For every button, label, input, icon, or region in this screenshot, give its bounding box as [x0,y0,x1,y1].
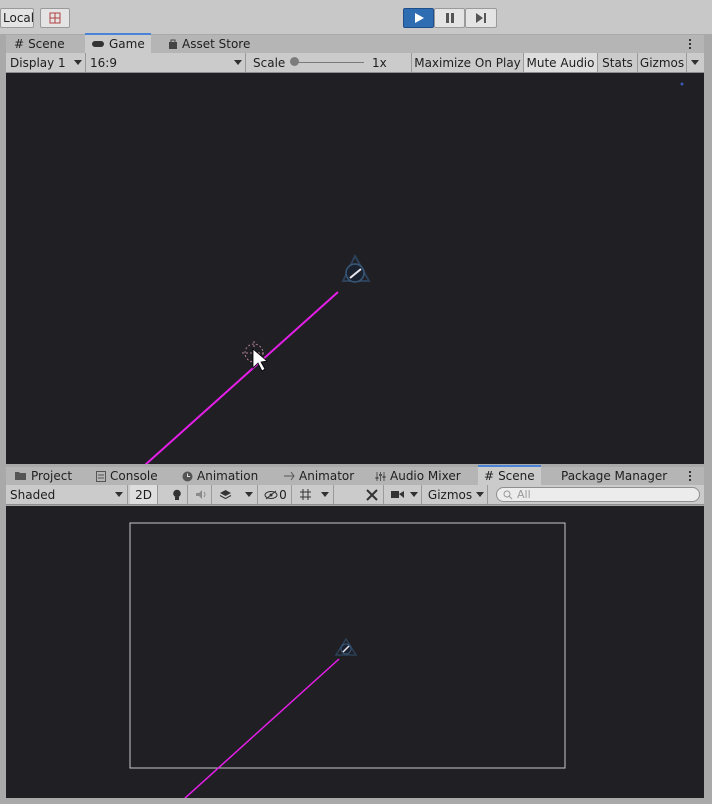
grid-dropdown[interactable] [316,485,334,504]
scene-view[interactable] [6,506,704,798]
tools-icon [365,488,378,501]
mute-audio-toggle[interactable]: Mute Audio [524,53,598,72]
maximize-on-play-toggle[interactable]: Maximize On Play [412,53,524,72]
chevron-down-icon [245,492,253,497]
chevron-down-icon [410,492,418,497]
top-tab-bar: # Scene Game Asset Store [6,33,704,53]
folder-icon [15,472,26,480]
tab-audio-mixer[interactable]: Audio Mixer [375,467,461,485]
corner-dot [680,82,684,86]
display-dropdown[interactable]: Display 1 [6,53,86,72]
pivot-label: Local [3,11,35,25]
audio-toggle[interactable] [190,485,212,504]
camera-toggle[interactable] [386,485,408,504]
speaker-icon [195,490,205,499]
step-button[interactable] [465,8,497,28]
tab-scene[interactable]: # Scene [14,35,65,53]
tab-animation[interactable]: Animation [182,467,258,485]
play-button[interactable] [403,8,434,28]
main-toolbar: Local [0,0,712,34]
tools-toggle[interactable] [360,485,384,504]
pause-button[interactable] [434,8,465,28]
scale-slider[interactable] [294,62,364,63]
lighting-toggle[interactable] [166,485,188,504]
gizmos-toggle[interactable]: Gizmos [638,53,687,72]
grid-toggle[interactable] [294,485,316,504]
scene-gizmos-dropdown[interactable] [474,485,488,504]
laser-beam [144,291,339,464]
chevron-down-icon [74,60,82,65]
grid-icon [299,489,311,500]
layers-icon [219,490,231,500]
tab-scene-bottom[interactable]: # Scene [478,465,541,485]
hash-icon: # [484,469,495,483]
game-toolbar: Display 1 16:9 Scale 1x Maximize On Play… [6,53,704,73]
effects-toggle[interactable] [214,485,236,504]
mouse-cursor-icon [252,348,268,372]
tab-console[interactable]: Console [96,467,158,485]
scene-viewport-canvas [129,522,566,798]
lightbulb-icon [172,489,181,500]
play-icon [414,13,424,23]
tab-animator[interactable]: Animator [283,467,354,485]
bottom-tab-bar: Project Console Animation Animator Audio… [6,465,704,485]
2d-mode-toggle[interactable]: 2D [130,485,158,504]
hash-icon: # [14,37,25,51]
tab-asset-store[interactable]: Asset Store [168,35,250,53]
tab-package-manager[interactable]: Package Manager [561,467,667,485]
chevron-down-icon [321,492,329,497]
chevron-down-icon [691,60,699,65]
tab-menu-icon[interactable] [686,467,694,485]
scene-gizmos-toggle[interactable]: Gizmos [422,485,478,504]
pause-icon [445,13,454,23]
stats-toggle[interactable]: Stats [598,53,638,72]
camera-icon [390,491,404,498]
tab-game[interactable]: Game [85,33,151,53]
pivot-rotation-button[interactable]: Local [0,8,34,28]
sliders-icon [284,471,295,481]
clock-icon [182,471,193,481]
scale-slider-thumb[interactable] [290,57,299,66]
game-viewport-canvas [144,82,684,464]
gizmos-dropdown[interactable] [687,53,704,72]
grid-snap-button[interactable] [40,8,70,28]
game-view[interactable] [6,73,704,464]
scene-toolbar: Shaded 2D 0 Gizmos All [6,485,704,505]
search-icon [503,490,513,499]
scene-search-input[interactable]: All [496,487,700,502]
effects-dropdown[interactable] [236,485,258,504]
step-icon [476,13,486,23]
aspect-dropdown[interactable]: 16:9 [86,53,246,72]
laser-beam [183,658,340,798]
grid-snap-icon [49,12,61,24]
chevron-down-icon [476,492,484,497]
ship-sprite [341,253,371,283]
gamepad-icon [92,41,104,47]
tab-project[interactable]: Project [15,467,72,485]
mixer-icon [375,471,386,481]
ship-sprite [334,637,358,656]
console-icon [96,470,106,482]
scene-visibility-toggle[interactable]: 0 [260,485,292,504]
scale-control: Scale 1x [246,53,412,72]
camera-dropdown[interactable] [408,485,422,504]
tab-menu-icon[interactable] [686,35,694,53]
chevron-down-icon [115,492,123,497]
hidden-eye-icon [264,490,278,499]
shading-mode-dropdown[interactable]: Shaded [6,485,128,504]
chevron-down-icon [234,60,242,65]
bag-icon [169,39,177,49]
